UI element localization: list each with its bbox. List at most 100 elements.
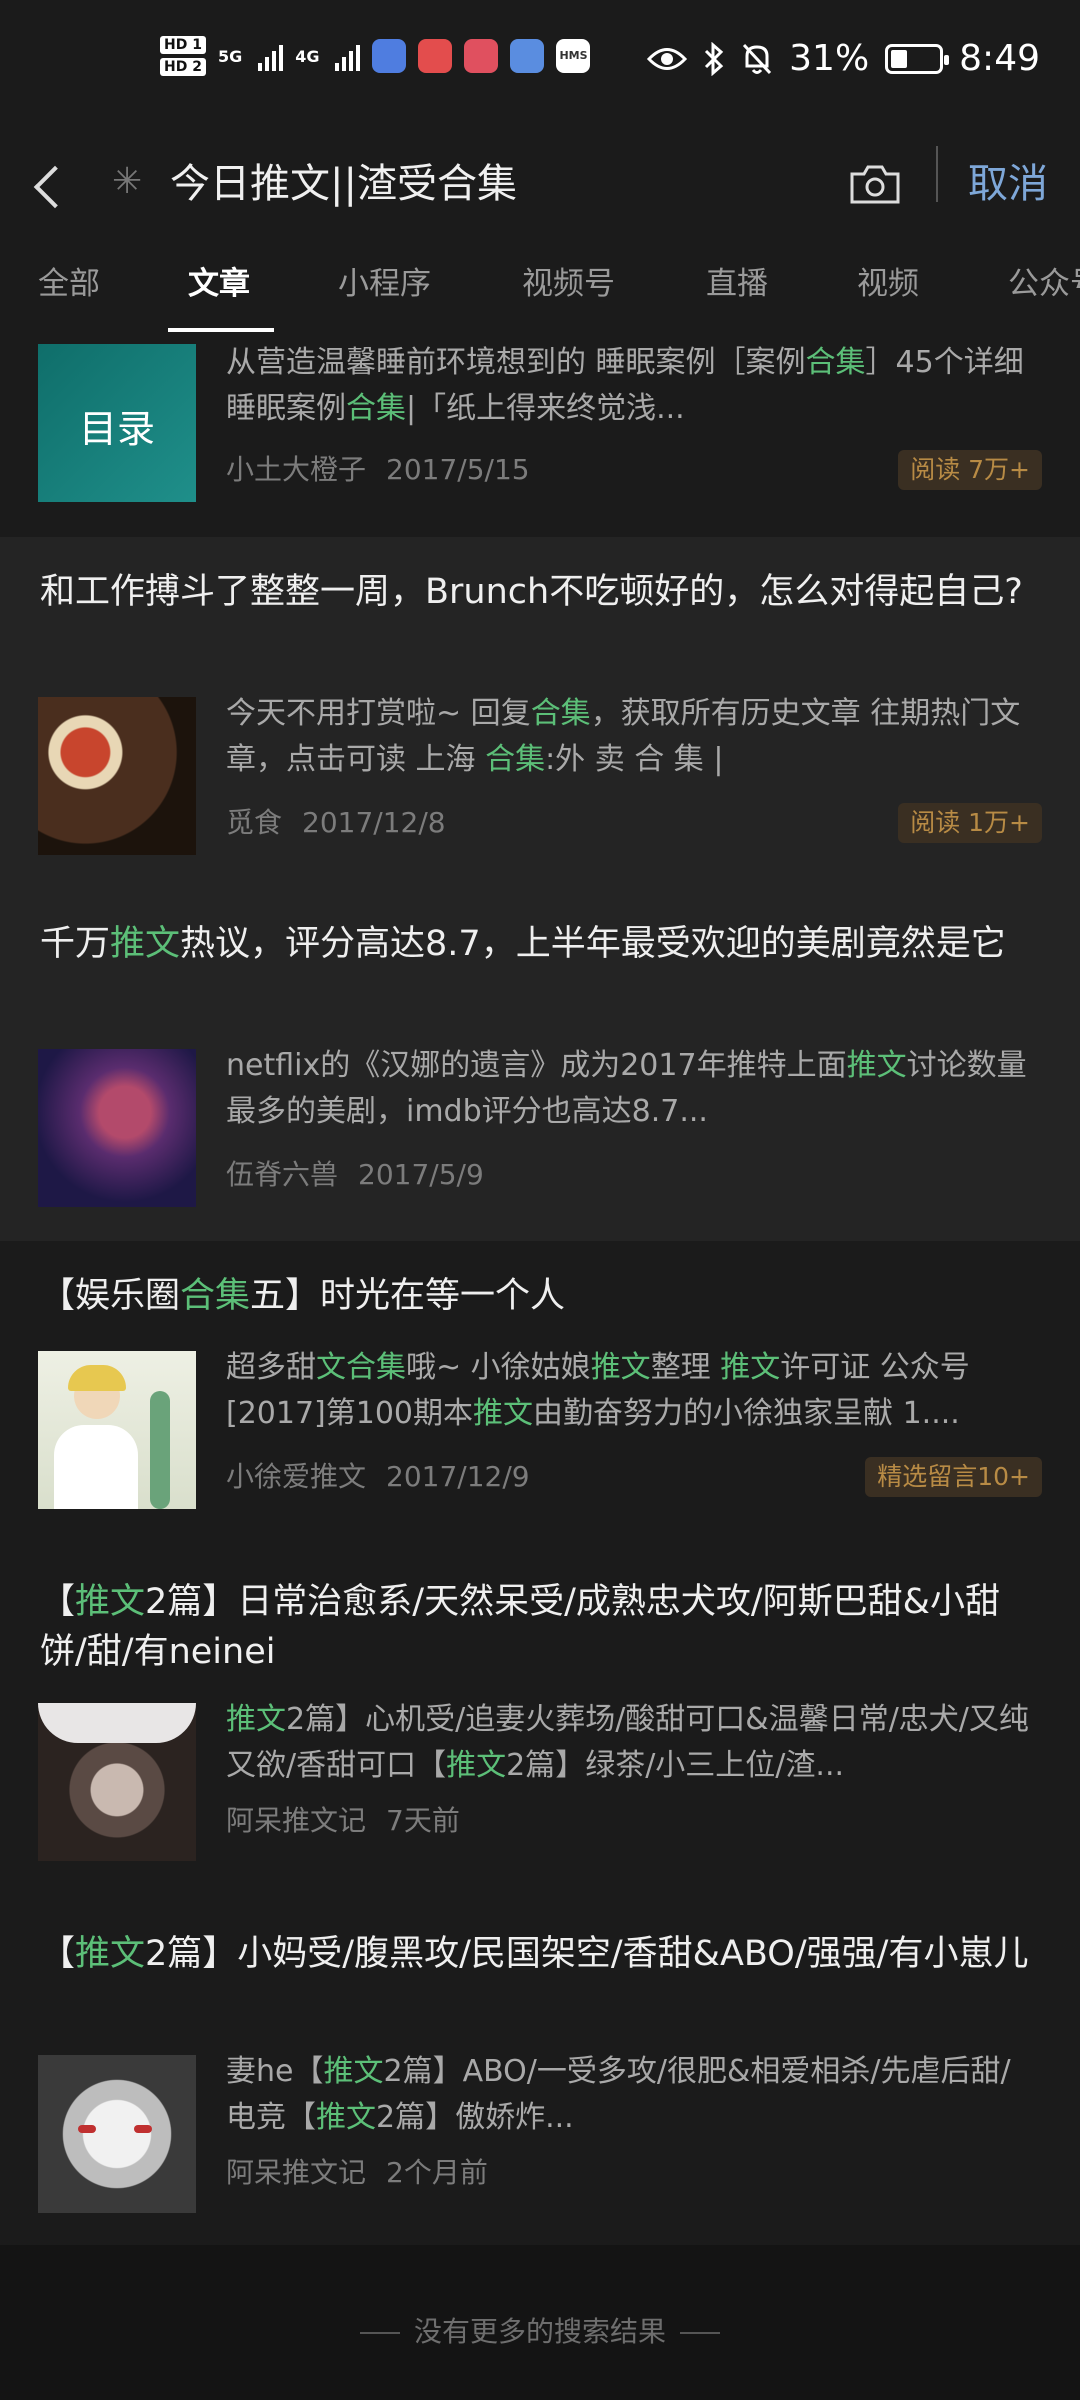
search-header: ✳ 今日推文||渣受合集 取消 [0,140,1080,232]
highlight-text: 推文 [446,1748,507,1783]
result-meta: 小土大橙子 2017/5/15 [226,450,550,490]
highlight-text: 推文 [323,2054,384,2089]
highlight-text: 推文 [75,1934,146,1974]
result-meta: 阿呆推文记 7天前 [226,1801,480,1841]
divider [680,2332,720,2334]
result-date: 2个月前 [386,2156,488,2189]
tab-mini-programs[interactable]: 小程序 [338,262,431,306]
result-date: 2017/12/9 [386,1460,530,1493]
search-input[interactable]: 今日推文||渣受合集 [170,154,517,214]
clock: 8:49 [959,38,1040,79]
highlight-text: 文合集 [316,1350,406,1385]
result-date: 2017/5/15 [386,453,530,486]
highlight-text: 推文 [226,1702,286,1737]
result-card[interactable]: 【推文2篇】日常治愈系/天然呆受/成熟忠犬攻/阿斯巴甜&小甜饼/甜/有neine… [0,1557,1080,1909]
result-meta: 小徐爱推文 2017/12/9 [226,1457,550,1497]
text-segment: 热议，评分高达8.7，上半年最受欢迎的美剧竟然是它 [180,924,1006,964]
text-segment: 2篇】日常治愈系/天然呆受/成熟忠犬攻/阿斯巴甜&小甜饼/甜/有neinei [40,1582,1000,1672]
no-more-results-text: 没有更多的搜索结果 [413,2315,666,2348]
text-segment: |「纸上得来终觉浅... [406,391,685,426]
cancel-button[interactable]: 取消 [968,154,1048,214]
result-thumbnail: 目录 [38,344,196,502]
text-segment: 2篇】绿茶/小三上位/渣... [506,1748,845,1783]
result-meta: 伍脊六兽 2017/5/9 [226,1155,504,1195]
text-segment: 妻he【 [226,2054,324,2089]
text-segment: netflix的《汉娜的遗言》成为2017年推特上面 [226,1048,847,1083]
back-button[interactable] [28,154,68,218]
tab-all[interactable]: 全部 [38,262,100,306]
result-title: 千万推文热议，评分高达8.7，上半年最受欢迎的美剧竟然是它 [40,919,1040,969]
text-segment: 五】时光在等一个人 [250,1276,566,1316]
result-date: 2017/5/9 [358,1158,484,1191]
end-of-results: 没有更多的搜索结果 [0,2310,1080,2350]
dual-sim-indicator: HD 1 HD 2 [160,36,206,76]
highlight-text: 推文 [473,1396,534,1431]
result-snippet: 推文2篇】心机受/追妻火葬场/酸甜可口&温馨日常/忠犬/又纯又欲/香甜可口【推文… [226,1697,1040,1789]
result-date: 7天前 [386,1804,460,1837]
highlight-text: 推文 [590,1350,651,1385]
tab-channels[interactable]: 视频号 [522,262,615,306]
highlight-text: 推文 [846,1048,907,1083]
result-snippet: 妻he【推文2篇】ABO/一受多攻/很肥&相爱相杀/先虐后甜/电竞【推文2篇】傲… [226,2049,1040,2141]
result-card[interactable]: 目录 从营造温馨睡前环境想到的 睡眠案例［案例合集］45个详细睡眠案例合集|「纸… [0,334,1080,537]
text-segment: 【 [40,1934,76,1974]
result-source: 阿呆推文记 [226,1804,367,1837]
result-date: 2017/12/8 [302,806,446,839]
camera-icon[interactable] [848,162,902,206]
featured-comments-badge: 精选留言10+ [865,1457,1042,1497]
hms-icon: HMS [556,39,591,73]
text-segment: :外 卖 合 集 | [545,742,724,777]
result-snippet: 从营造温馨睡前环境想到的 睡眠案例［案例合集］45个详细睡眠案例合集|「纸上得来… [226,340,1040,432]
mute-bell-icon [743,43,772,74]
result-card[interactable]: 和工作搏斗了整整一周，Brunch不吃顿好的，怎么对得起自己? 今天不用打赏啦~… [0,537,1080,889]
signal-icon-2 [335,41,361,71]
result-thumbnail [38,1049,196,1207]
divider [936,146,938,202]
book-app-icon [464,39,499,73]
text-segment: 由勤奋努力的小徐独家呈献 1.... [533,1396,960,1431]
text-segment: 今天不用打赏啦~ 回复 [226,696,531,731]
text-segment: 整理 [650,1350,721,1385]
app-notification-icon [372,39,407,73]
result-thumbnail [38,697,196,855]
battery-icon [885,43,950,74]
result-source: 小土大橙子 [226,453,367,486]
tab-videos[interactable]: 视频 [857,262,919,306]
hd2-badge: HD 2 [160,58,206,76]
result-title: 【推文2篇】小妈受/腹黑攻/民国架空/香甜&ABO/强强/有小崽儿 [40,1929,1040,1979]
tab-articles[interactable]: 文章 [188,262,250,306]
result-card[interactable]: 【娱乐圈合集五】时光在等一个人 超多甜文合集哦~ 小徐姑娘推文整理 推文许可证 … [0,1241,1080,1557]
signal-icon [258,41,284,71]
text-segment: 千万 [40,924,111,964]
highlight-text: 合集 [346,391,406,426]
result-snippet: 今天不用打赏啦~ 回复合集，获取所有历史文章 往期热门文章，点击可读 上海 合集… [226,691,1040,783]
result-card[interactable]: 千万推文热议，评分高达8.7，上半年最受欢迎的美剧竟然是它 netflix的《汉… [0,889,1080,1241]
highlight-text: 合集 [180,1276,251,1316]
tab-official-accounts[interactable]: 公众号 [1008,262,1080,306]
music-app-icon [510,39,545,73]
result-snippet: 超多甜文合集哦~ 小徐姑娘推文整理 推文许可证 公众号[2017]第100期本推… [226,1345,1040,1437]
result-snippet: netflix的《汉娜的遗言》成为2017年推特上面推文讨论数量最多的美剧，im… [226,1043,1040,1135]
sparkle-icon: ✳ [112,161,143,202]
status-bar: HD 1 HD 2 5G 4G HMS 31% 8:49 [0,0,1080,140]
result-card[interactable]: 【推文2篇】小妈受/腹黑攻/民国架空/香甜&ABO/强强/有小崽儿 妻he【推文… [0,1909,1080,2245]
text-segment: 【 [40,1582,76,1622]
text-segment: 【娱乐圈 [40,1276,181,1316]
result-source: 觅食 [226,806,283,839]
divider [359,2332,400,2334]
result-source: 小徐爱推文 [226,1460,367,1493]
network-4g-label: 4G [295,46,320,66]
text-segment: 和工作搏斗了整整一周，Brunch不吃顿好的，怎么对得起自己? [40,572,1023,612]
text-segment: 从营造温馨睡前环境想到的 睡眠案例［案例 [226,345,806,380]
battery-percent: 31% [789,38,870,79]
highlight-text: 合集 [530,696,591,731]
highlight-text: 推文 [75,1582,146,1622]
text-segment: 2篇】小妈受/腹黑攻/民国架空/香甜&ABO/强强/有小崽儿 [145,1934,1029,1974]
highlight-text: 推文 [720,1350,781,1385]
thumbnail-label: 目录 [78,407,155,451]
result-title: 和工作搏斗了整整一周，Brunch不吃顿好的，怎么对得起自己? [40,567,1040,617]
category-tabs: 全部 文章 小程序 视频号 直播 视频 公众号 [0,232,1080,335]
tab-live[interactable]: 直播 [706,262,768,306]
text-segment: 哦~ 小徐姑娘 [406,1350,591,1385]
text-segment: 2篇】傲娇炸... [376,2100,574,2135]
